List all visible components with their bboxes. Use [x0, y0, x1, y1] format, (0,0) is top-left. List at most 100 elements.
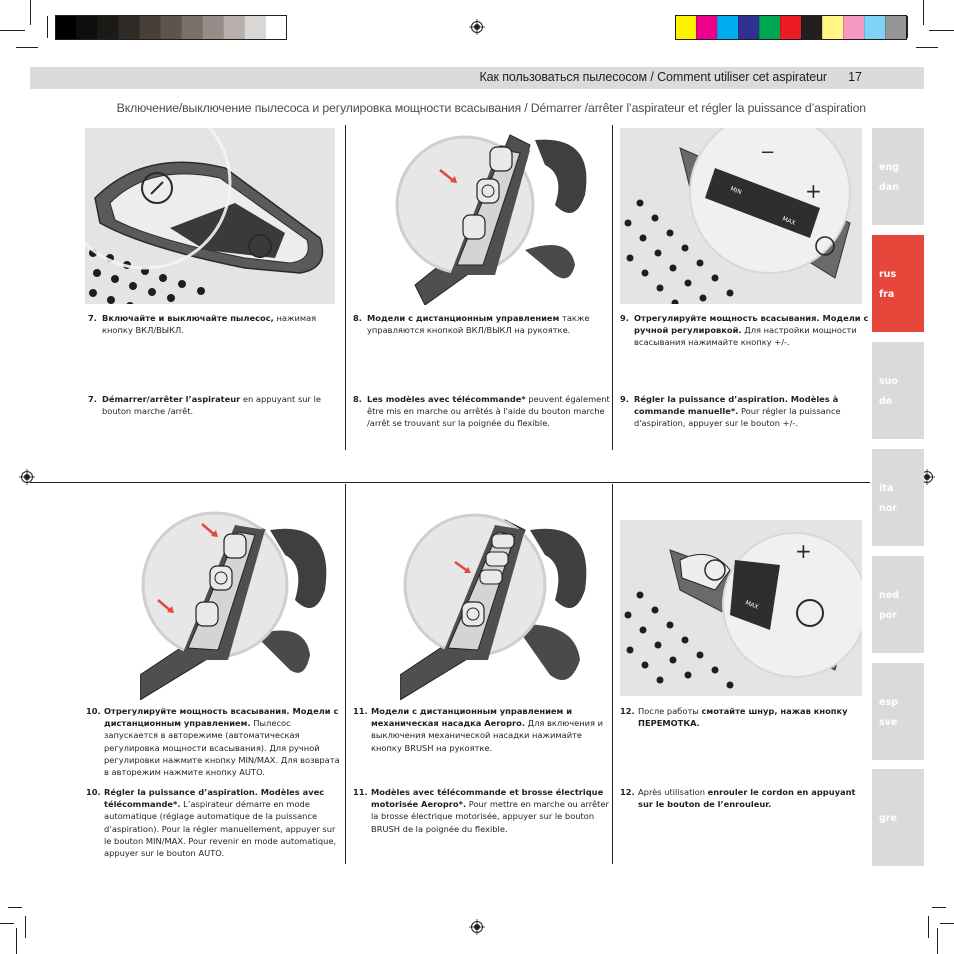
language-tab-label: esp — [879, 697, 898, 708]
step-12-fr: 12. Après utilisation enrouler le cordon… — [620, 786, 870, 810]
page-number: 17 — [848, 70, 862, 84]
step-number: 10. — [86, 706, 101, 716]
language-tab-label: rus — [879, 269, 897, 280]
step-text: Après utilisation — [638, 787, 708, 797]
language-tab-label: sve — [879, 717, 898, 728]
language-tab-label: ned — [879, 590, 900, 601]
language-tab-label: fra — [879, 289, 895, 300]
language-tab-esp[interactable]: esp sve — [872, 663, 924, 760]
color-swatch — [780, 16, 801, 39]
column-divider — [612, 125, 613, 450]
language-tab-ita[interactable]: ita nor — [872, 449, 924, 546]
color-swatch — [843, 16, 864, 39]
grayscale-swatch — [223, 16, 244, 39]
step-7-fr: 7. Démarrer/arrêter l’aspirateur en appu… — [88, 393, 338, 417]
crop-mark — [16, 928, 17, 954]
illustration-cord-rewind-body: + MAX — [620, 520, 862, 696]
step-9-ru: 9. Отрегулируйте мощность всасывания. Мо… — [620, 312, 870, 349]
grayscale-swatch — [118, 16, 139, 39]
grayscale-swatch — [265, 16, 286, 39]
step-10-ru: 10. Отрегулируйте мощность всасывания. М… — [86, 705, 340, 778]
grayscale-swatch — [56, 16, 76, 39]
illustration-on-off-handle — [395, 125, 605, 305]
crop-mark — [907, 16, 908, 38]
crop-mark — [928, 916, 929, 938]
language-tab-label: dan — [879, 182, 899, 193]
illustration-on-off-body — [85, 128, 335, 304]
color-swatch — [696, 16, 717, 39]
color-swatch — [717, 16, 738, 39]
registration-target-icon — [469, 919, 485, 935]
step-number: 12. — [620, 787, 635, 797]
illustration-min-max-auto-handle — [140, 510, 340, 700]
grayscale-swatch — [244, 16, 265, 39]
crop-mark — [916, 47, 938, 48]
grayscale-swatch — [181, 16, 202, 39]
header-title: Как пользоваться пылесосом / Comment uti… — [479, 70, 827, 84]
step-10-fr: 10. Régler la puissance d’aspiration. Mo… — [86, 786, 340, 859]
color-swatch — [801, 16, 822, 39]
language-tab-ned[interactable]: ned por — [872, 556, 924, 653]
svg-text:+: + — [805, 179, 822, 203]
language-tab-gre[interactable]: gre — [872, 769, 924, 866]
language-tab-label: nor — [879, 503, 897, 514]
step-text: После работы — [638, 706, 702, 716]
step-number: 7. — [88, 313, 97, 323]
step-heading: Включайте и выключайте пылесос, — [102, 313, 274, 323]
step-heading: Отрегулируйте мощность всасывания. Модел… — [104, 706, 339, 729]
step-number: 11. — [353, 787, 368, 797]
step-number: 8. — [353, 313, 362, 323]
crop-mark — [932, 907, 946, 908]
illustration-power-buttons-body: − + MIN MAX — [620, 128, 862, 304]
step-number: 10. — [86, 787, 101, 797]
step-8-fr: 8. Les modèles avec télécommande* peuven… — [353, 393, 611, 430]
step-number: 9. — [620, 394, 629, 404]
step-number: 7. — [88, 394, 97, 404]
crop-mark — [0, 30, 25, 31]
crop-mark — [47, 16, 48, 38]
svg-text:−: − — [760, 142, 775, 163]
grayscale-swatch — [97, 16, 118, 39]
page-header: Как пользоваться пылесосом / Comment uti… — [30, 67, 924, 89]
language-tab-rus[interactable]: rus fra — [872, 235, 924, 332]
color-swatch — [738, 16, 759, 39]
crop-mark — [25, 916, 26, 938]
language-tab-label: suo — [879, 376, 898, 387]
crop-mark — [0, 923, 14, 924]
color-swatch — [676, 16, 696, 39]
grayscale-swatch — [139, 16, 160, 39]
registration-target-icon — [469, 19, 485, 35]
color-swatch — [759, 16, 780, 39]
language-tab-label: eng — [879, 162, 900, 173]
grayscale-swatch — [160, 16, 181, 39]
step-number: 8. — [353, 394, 362, 404]
step-7-ru: 7. Включайте и выключайте пылесос, нажим… — [88, 312, 338, 336]
language-tab-label: gre — [879, 813, 897, 824]
crop-mark — [8, 907, 22, 908]
color-calibration-bar — [675, 15, 907, 40]
illustration-brush-button-handle — [400, 510, 600, 700]
step-12-ru: 12. После работы смотайте шнур, нажав кн… — [620, 705, 870, 729]
crop-mark — [923, 0, 924, 25]
section-title: Включение/выключение пылесоса и регулиро… — [116, 101, 866, 115]
column-divider — [345, 484, 346, 864]
grayscale-swatch — [76, 16, 97, 39]
color-swatch — [885, 16, 906, 39]
step-11-ru: 11. Модели с дистанционным управлением и… — [353, 705, 615, 754]
step-heading: Démarrer/arrêter l’aspirateur — [102, 394, 241, 404]
step-number: 12. — [620, 706, 635, 716]
language-tab-label: por — [879, 610, 898, 621]
row-divider — [30, 482, 870, 483]
crop-mark — [30, 0, 31, 25]
color-swatch — [864, 16, 885, 39]
step-9-fr: 9. Régler la puissance d’aspiration. Mod… — [620, 393, 870, 430]
crop-mark — [937, 928, 938, 954]
step-number: 11. — [353, 706, 368, 716]
language-tab-label: ita — [879, 483, 894, 494]
crop-mark — [940, 923, 954, 924]
language-tab-eng[interactable]: eng dan — [872, 128, 924, 225]
step-number: 9. — [620, 313, 629, 323]
step-11-fr: 11. Modèles avec télécommande et brosse … — [353, 786, 615, 835]
crop-mark — [929, 30, 954, 31]
language-tab-suo[interactable]: suo de — [872, 342, 924, 439]
